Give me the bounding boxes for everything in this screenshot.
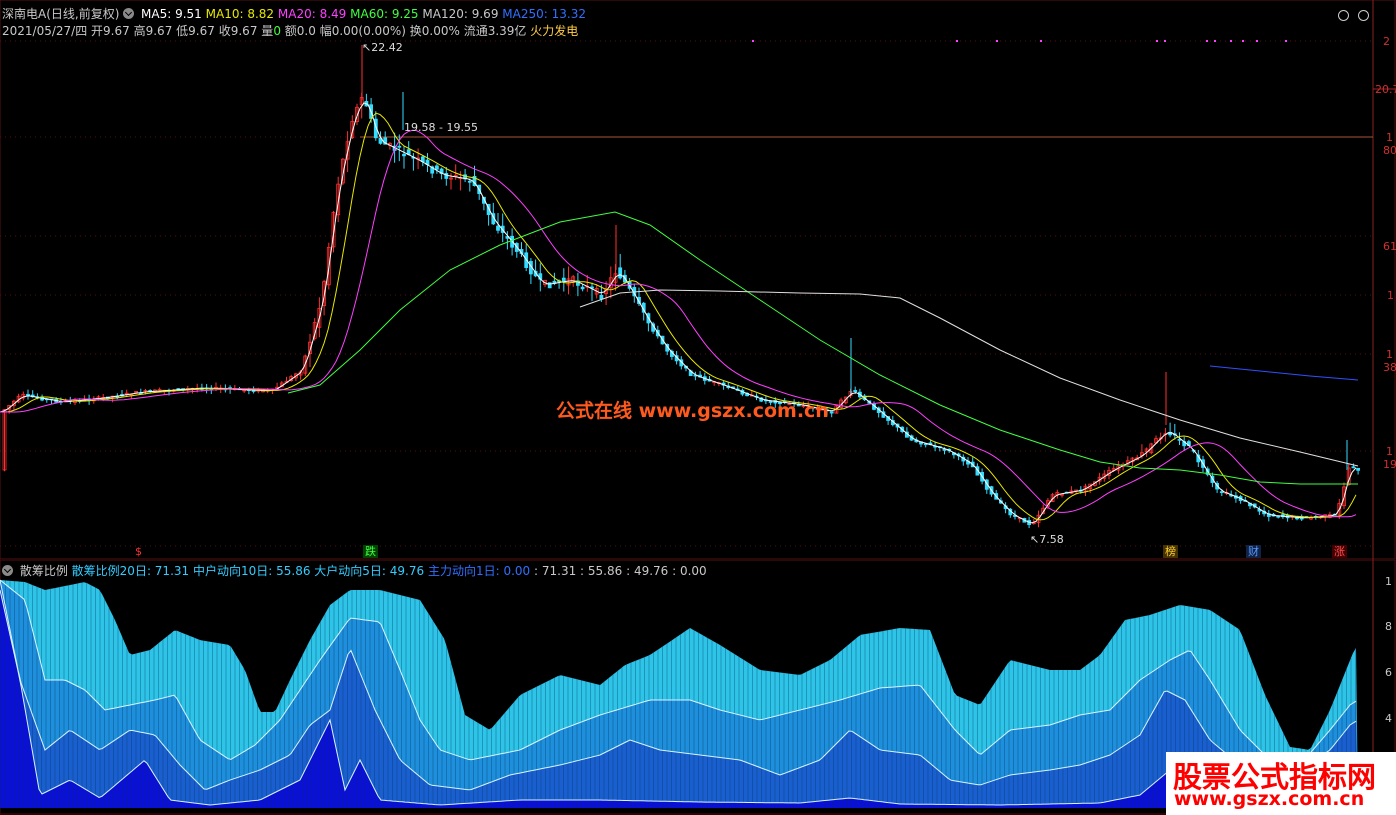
signal-dot — [1230, 40, 1232, 42]
signal-bang: 榜 — [1163, 545, 1178, 558]
price-axis-label: 1 — [1387, 289, 1394, 302]
indicator-axis-label: 8 — [1385, 620, 1392, 633]
main-panel-border — [0, 0, 1396, 560]
candle-body — [853, 390, 858, 392]
candle-body — [829, 411, 834, 414]
candle-body — [1351, 466, 1356, 469]
signal-dot — [1285, 40, 1287, 42]
candle-body — [1219, 491, 1224, 494]
ma120-line — [579, 289, 1359, 467]
candle-body — [599, 294, 604, 300]
signal-cai: 财 — [1246, 545, 1261, 558]
signal-dot — [752, 40, 754, 42]
high-price-label: 22.42 — [371, 41, 403, 54]
signal-dot — [956, 40, 958, 42]
signal-dot — [1242, 40, 1244, 42]
indicator-axis-label: 1 — [1385, 575, 1392, 588]
signal-zhang: 涨 — [1332, 545, 1347, 558]
indicator-axis-label: 4 — [1385, 712, 1392, 725]
ma20-line — [0, 129, 1357, 518]
price-axis-label: 19 — [1383, 458, 1396, 471]
price-axis-label: 80 — [1383, 144, 1396, 157]
ma5-line — [0, 102, 1357, 524]
candle-body — [397, 145, 402, 148]
signal-s: $ — [135, 545, 142, 558]
candle-body — [467, 180, 472, 183]
center-watermark: 公式在线 www.gszx.com.cn — [556, 400, 829, 422]
candle-body — [1356, 467, 1360, 471]
signal-dot — [1164, 40, 1166, 42]
signal-dot — [1156, 40, 1158, 42]
price-axis-label: 1 — [1386, 348, 1393, 361]
candle-body — [26, 393, 30, 396]
candle-body — [618, 267, 623, 279]
candle-body — [402, 153, 406, 157]
ma10-line — [0, 112, 1357, 521]
price-axis-label: 38 — [1383, 361, 1396, 374]
signal-dot — [1206, 40, 1208, 42]
price-axis-label: 61 — [1383, 240, 1396, 253]
candle-body — [1177, 438, 1182, 441]
high-annotation: ↖22.42 — [362, 41, 403, 54]
price-axis-label: 1 — [1386, 131, 1393, 144]
low-annotation: ↖7.58 — [1030, 533, 1064, 546]
price-axis-label: 2 — [1383, 35, 1390, 48]
candle-body — [496, 225, 500, 231]
signal-dot — [1214, 40, 1216, 42]
ma250-line — [1209, 365, 1359, 381]
signal-dot — [1040, 40, 1042, 42]
signal-die: 跌 — [363, 545, 378, 558]
corner-watermark: 股票公式指标网 www.gszx.com.cn — [1166, 752, 1396, 815]
signal-dot — [1256, 40, 1258, 42]
candle-body — [434, 165, 439, 170]
price-axis-label: 1 — [1386, 445, 1393, 458]
candle-body — [580, 286, 585, 290]
price-axis-label: 20.7 — [1375, 83, 1396, 96]
candles — [2, 45, 1360, 529]
signal-dot — [996, 40, 998, 42]
indicator-axis-label: 6 — [1385, 666, 1392, 679]
corner-watermark-url: www.gszx.com.cn — [1174, 788, 1365, 810]
hline-label: 19.58 - 19.55 — [404, 121, 478, 134]
low-price-label: 7.58 — [1039, 533, 1064, 546]
candlestick-chart[interactable] — [0, 0, 1396, 560]
